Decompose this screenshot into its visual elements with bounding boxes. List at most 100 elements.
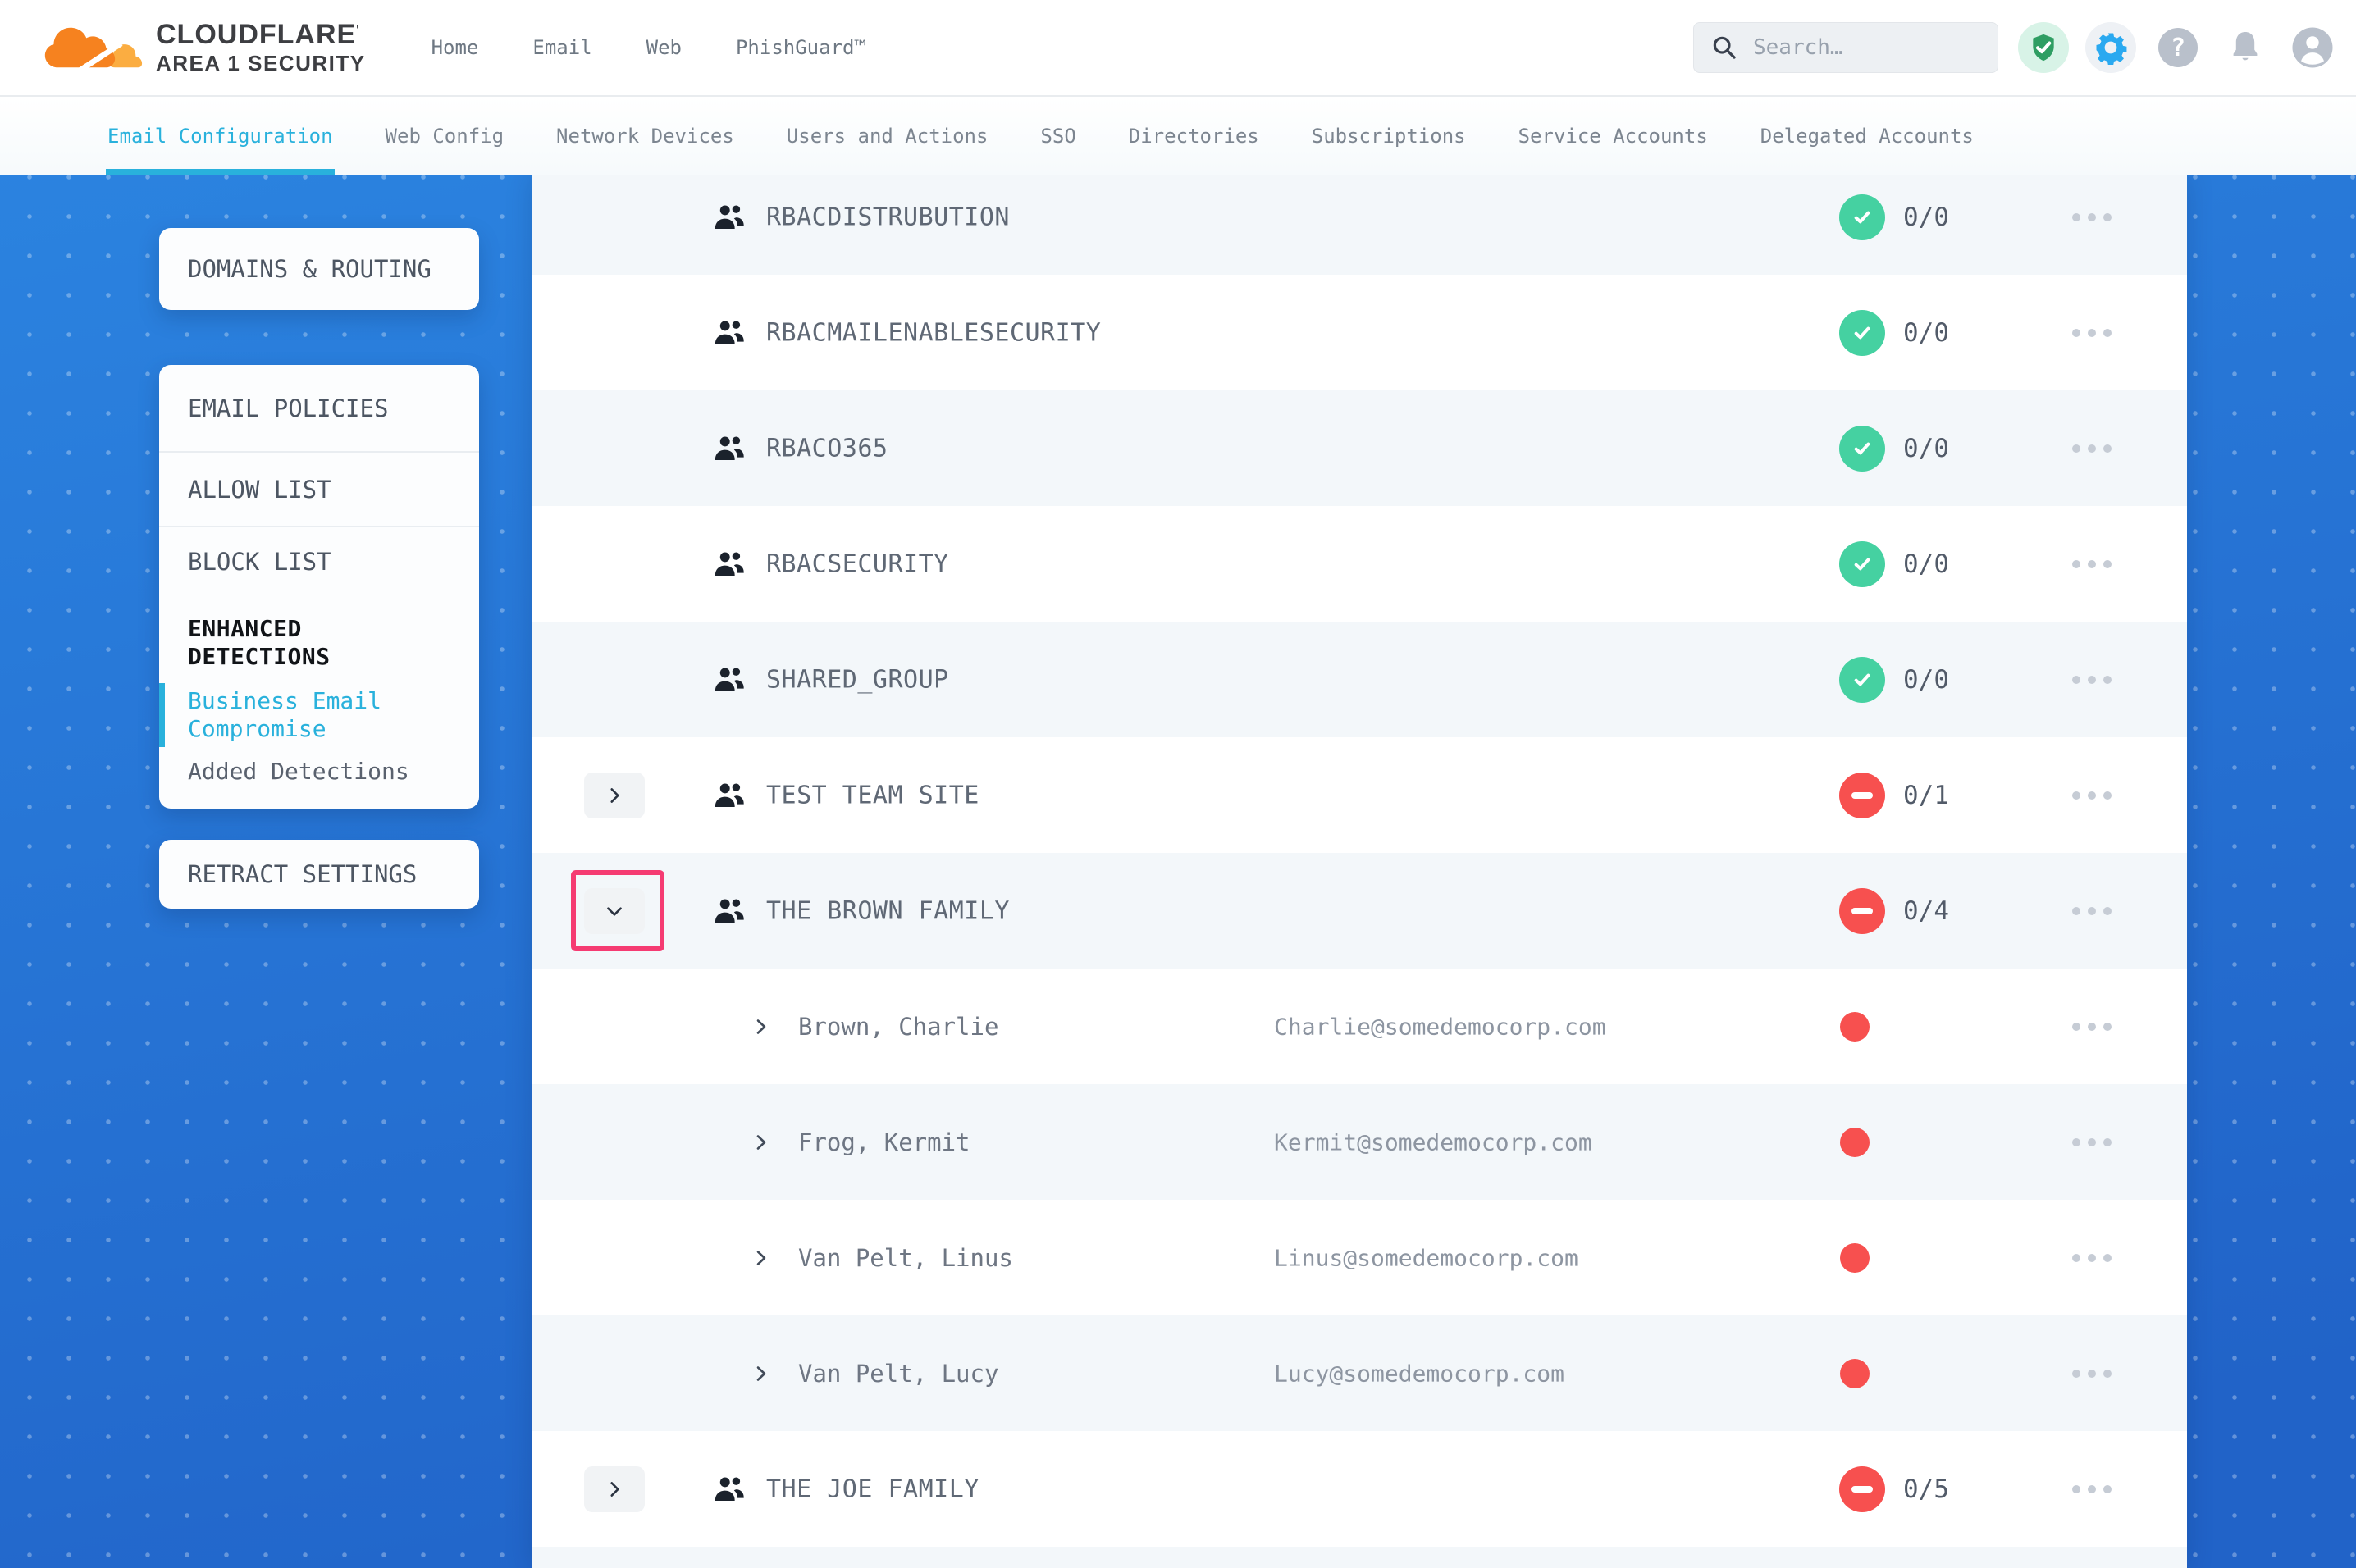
table-row-partial xyxy=(532,1547,2187,1568)
minus-icon xyxy=(1851,908,1873,914)
group-name-label: RBACO365 xyxy=(766,434,888,463)
help-glyph: ? xyxy=(2171,34,2185,62)
group-name-label: RBACMAILENABLESECURITY xyxy=(766,318,1101,347)
minus-icon xyxy=(1851,1486,1873,1493)
status-ok-badge xyxy=(1839,426,1885,472)
sidebar-item-allow-list[interactable]: ALLOW LIST xyxy=(159,453,479,527)
nav-home[interactable]: Home xyxy=(431,36,479,59)
member-email: Linus@somedemocorp.com xyxy=(1274,1244,1578,1271)
row-actions-menu[interactable] xyxy=(2072,1138,2112,1146)
row-actions-menu[interactable] xyxy=(2072,560,2112,568)
trademark-tick: ' xyxy=(356,22,359,35)
status-blocked-badge xyxy=(1839,888,1885,934)
brand-name: CLOUDFLARE' xyxy=(156,21,366,50)
member-count: 0/0 xyxy=(1903,434,1949,463)
status-red-dot xyxy=(1840,1012,1870,1042)
table-row-group: RBACDISTRUBUTION 0/0 xyxy=(532,175,2187,275)
status-ok-badge xyxy=(1839,657,1885,703)
expand-group-button[interactable] xyxy=(584,773,645,818)
group-name-label: RBACSECURITY xyxy=(766,549,949,578)
row-actions-menu[interactable] xyxy=(2072,1485,2112,1493)
tab-users-and-actions[interactable]: Users and Actions xyxy=(785,97,990,175)
row-actions-menu[interactable] xyxy=(2072,213,2112,221)
row-actions-menu[interactable] xyxy=(2072,329,2112,337)
retract-settings-link[interactable]: RETRACT SETTINGS xyxy=(188,860,417,888)
sidebar-item-added-detections[interactable]: Added Detections xyxy=(188,758,450,786)
group-name-label: THE JOE FAMILY xyxy=(766,1475,979,1503)
status-ok-badge xyxy=(1839,194,1885,240)
help-icon[interactable]: ? xyxy=(2153,22,2203,73)
search-icon xyxy=(1710,34,1738,62)
sidebar-item-email-policies[interactable]: EMAIL POLICIES xyxy=(159,365,479,453)
groups-list-panel: RBACDISTRUBUTION 0/0 RBACMAILENABLESECURIT… xyxy=(532,175,2187,1568)
status-blocked-badge xyxy=(1839,1466,1885,1512)
shield-check-icon[interactable] xyxy=(2018,22,2069,73)
sidebar-card-domains-routing[interactable]: DOMAINS & ROUTING xyxy=(159,228,479,310)
table-row-group: RBACSECURITY 0/0 xyxy=(532,506,2187,622)
member-count: 0/0 xyxy=(1903,549,1949,579)
tab-web-config[interactable]: Web Config xyxy=(384,97,506,175)
group-people-icon xyxy=(712,663,747,697)
table-row-group: TEST TEAM SITE0/1 xyxy=(532,737,2187,853)
member-count: 0/5 xyxy=(1903,1475,1949,1504)
member-email: Lucy@somedemocorp.com xyxy=(1274,1360,1564,1387)
cloudflare-logo: CLOUDFLARE' AREA 1 SECURITY xyxy=(41,20,366,75)
sidebar-item-business-email-compromise[interactable]: Business Email Compromise xyxy=(188,687,450,743)
row-actions-menu[interactable] xyxy=(2072,1254,2112,1262)
gear-icon[interactable] xyxy=(2085,22,2136,73)
tab-subscriptions[interactable]: Subscriptions xyxy=(1310,97,1468,175)
nav-web[interactable]: Web xyxy=(646,36,682,59)
sidebar-card-retract-settings[interactable]: RETRACT SETTINGS xyxy=(159,840,479,909)
status-ok-badge xyxy=(1839,541,1885,587)
group-people-icon xyxy=(712,200,747,235)
row-actions-menu[interactable] xyxy=(2072,1023,2112,1031)
row-actions-menu[interactable] xyxy=(2072,1370,2112,1378)
status-red-dot xyxy=(1840,1128,1870,1157)
expand-group-button[interactable] xyxy=(584,1466,645,1512)
member-count: 0/0 xyxy=(1903,203,1949,232)
groups-list: RBACDISTRUBUTION 0/0 RBACMAILENABLESECURIT… xyxy=(532,175,2187,1568)
row-actions-menu[interactable] xyxy=(2072,676,2112,684)
tab-email-configuration[interactable]: Email Configuration xyxy=(106,97,335,175)
top-navigation: Home Email Web PhishGuard™ xyxy=(431,36,866,59)
group-people-icon xyxy=(712,778,747,813)
table-row-group: THE JOE FAMILY 0/5 xyxy=(532,1431,2187,1547)
cloudflare-cloud-icon xyxy=(41,20,144,75)
avatar-icon[interactable] xyxy=(2287,22,2338,73)
sidebar-item-block-list[interactable]: BLOCK LIST xyxy=(159,527,479,595)
table-row-member: Van Pelt, LucyLucy@somedemocorp.com xyxy=(532,1315,2187,1431)
expand-member-chevron-icon[interactable] xyxy=(751,1017,771,1037)
domains-routing-link[interactable]: DOMAINS & ROUTING xyxy=(188,255,431,283)
row-actions-menu[interactable] xyxy=(2072,791,2112,800)
row-actions-menu[interactable] xyxy=(2072,444,2112,453)
minus-icon xyxy=(1851,792,1873,799)
group-name-label: SHARED_GROUP xyxy=(766,665,949,694)
group-name-label: RBACDISTRUBUTION xyxy=(766,203,1010,231)
bell-icon[interactable] xyxy=(2220,22,2271,73)
status-ok-badge xyxy=(1839,310,1885,356)
header-icon-bar: ? xyxy=(2018,22,2338,73)
nav-phishguard[interactable]: PhishGuard™ xyxy=(736,36,866,59)
member-name: Brown, Charlie xyxy=(798,1013,998,1041)
expand-member-chevron-icon[interactable] xyxy=(751,1133,771,1152)
sidebar-heading-enhanced-detections: ENHANCED DETECTIONS xyxy=(188,615,450,671)
group-name-label: THE BROWN FAMILY xyxy=(766,896,1010,925)
expand-member-chevron-icon[interactable] xyxy=(751,1248,771,1268)
tab-delegated-accounts[interactable]: Delegated Accounts xyxy=(1759,97,1975,175)
collapse-group-button[interactable] xyxy=(584,888,645,934)
top-bar: CLOUDFLARE' AREA 1 SECURITY Home Email Web… xyxy=(0,0,2356,97)
search-box[interactable] xyxy=(1693,22,1998,73)
tab-service-accounts[interactable]: Service Accounts xyxy=(1517,97,1710,175)
settings-tab-bar: Email Configuration Web Config Network Dev… xyxy=(0,97,2356,175)
tab-directories[interactable]: Directories xyxy=(1127,97,1261,175)
member-count: 0/4 xyxy=(1903,896,1949,926)
tab-sso[interactable]: SSO xyxy=(1039,97,1077,175)
expand-member-chevron-icon[interactable] xyxy=(751,1364,771,1383)
nav-email[interactable]: Email xyxy=(532,36,591,59)
tab-network-devices[interactable]: Network Devices xyxy=(555,97,736,175)
row-actions-menu[interactable] xyxy=(2072,907,2112,915)
group-people-icon xyxy=(712,547,747,581)
status-red-dot xyxy=(1840,1359,1870,1388)
group-name-label: TEST TEAM SITE xyxy=(766,781,979,809)
search-input[interactable] xyxy=(1753,35,1966,60)
